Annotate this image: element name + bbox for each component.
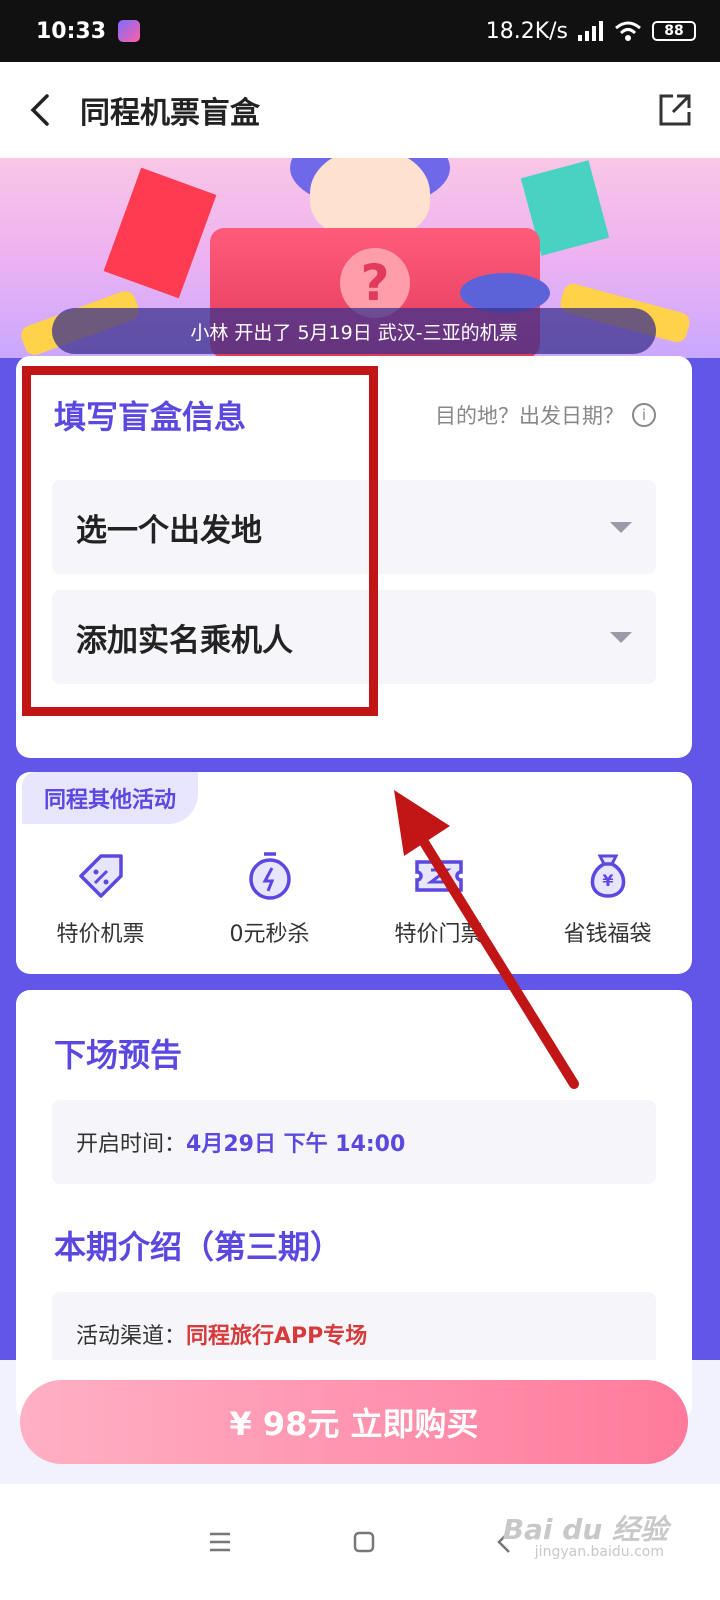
- whale-decoration: [460, 273, 550, 313]
- share-button[interactable]: [630, 62, 720, 158]
- activities-grid: 特价机票 0元秒杀 特价门票 ¥ 省钱福袋: [16, 850, 692, 950]
- info-icon: i: [632, 403, 656, 427]
- form-title: 填写盲盒信息: [54, 398, 247, 436]
- stopwatch-icon: [248, 852, 291, 900]
- form-hint-text: 目的地？出发日期？: [435, 404, 624, 428]
- activity-label: 特价门票: [394, 922, 483, 947]
- session-info-card: 下场预告 开启时间： 4月29日 下午 14:00 本期介绍（第三期） 活动渠道…: [16, 990, 692, 1420]
- battery-icon: 88: [652, 21, 696, 41]
- status-bar: 10:33 18.2K/s 88: [0, 0, 720, 62]
- status-right: 18.2K/s 88: [486, 19, 696, 44]
- status-time: 10:33: [36, 18, 107, 44]
- activity-lucky-bag[interactable]: ¥ 省钱福袋: [523, 850, 692, 950]
- activity-discount-flights[interactable]: 特价机票: [16, 850, 185, 950]
- open-time-label: 开启时间：: [76, 1132, 187, 1157]
- activity-discount-tickets[interactable]: 特价门票: [354, 850, 523, 950]
- svg-text:¥: ¥: [602, 871, 613, 890]
- activity-label: 特价机票: [56, 922, 145, 947]
- app-notification-icon: [118, 20, 141, 42]
- open-time-row: 开启时间： 4月29日 下午 14:00: [52, 1100, 656, 1184]
- page-header: 同程机票盲盒: [0, 62, 720, 158]
- buy-now-button[interactable]: ¥ 98元 立即购买: [20, 1380, 688, 1464]
- other-activities-card: 同程其他活动 特价机票 0元秒杀 特价门票 ¥ 省钱福袋: [16, 772, 692, 974]
- page-title: 同程机票盲盒: [80, 96, 260, 131]
- open-time-value: 4月29日 下午 14:00: [186, 1132, 406, 1157]
- channel-value: 同程旅行APP专场: [186, 1324, 368, 1349]
- character-illustration: [310, 158, 430, 238]
- dropdown-caret-icon: [610, 521, 632, 533]
- activity-flash-sale[interactable]: 0元秒杀: [185, 850, 354, 950]
- next-session-title: 下场预告: [54, 1036, 183, 1074]
- blind-box-form-card: 填写盲盒信息 目的地？出发日期？ i 选一个出发地 添加实名乘机人: [16, 356, 692, 758]
- watermark-url: jingyan.baidu.com: [534, 1544, 664, 1560]
- network-speed: 18.2K/s: [485, 18, 568, 44]
- app-screen: 10:33 18.2K/s 88 同程机票盲盒 ? 小林 开出了 5月19日 武…: [0, 0, 720, 1600]
- wifi-icon: [615, 21, 641, 41]
- back-arrow-icon: [30, 94, 49, 126]
- signal-icon: [578, 21, 603, 41]
- intro-title: 本期介绍（第三期）: [54, 1228, 343, 1266]
- buy-bar: ¥ 98元 立即购买: [0, 1360, 720, 1484]
- activities-tag: 同程其他活动: [22, 772, 199, 824]
- money-bag-icon: ¥: [590, 854, 625, 898]
- departure-select[interactable]: 选一个出发地: [52, 480, 656, 574]
- menu-icon[interactable]: [208, 1531, 232, 1553]
- home-icon[interactable]: [352, 1530, 376, 1554]
- back-button[interactable]: [0, 62, 80, 158]
- passenger-select[interactable]: 添加实名乘机人: [52, 590, 656, 684]
- share-icon: [659, 94, 691, 126]
- dropdown-caret-icon: [610, 631, 632, 643]
- departure-label: 选一个出发地: [76, 512, 262, 549]
- activity-label: 0元秒杀: [229, 922, 310, 947]
- passenger-label: 添加实名乘机人: [76, 622, 293, 659]
- winner-ticker: 小林 开出了 5月19日 武汉-三亚的机票: [52, 308, 656, 354]
- red-envelope-decoration: [103, 167, 217, 299]
- channel-label: 活动渠道：: [76, 1324, 187, 1349]
- activity-label: 省钱福袋: [563, 922, 652, 947]
- form-hint[interactable]: 目的地？出发日期？ i: [435, 400, 656, 430]
- ticket-icon: [414, 860, 463, 892]
- watermark-logo: Bai du 经验: [502, 1513, 668, 1546]
- discount-tag-icon: [78, 854, 123, 898]
